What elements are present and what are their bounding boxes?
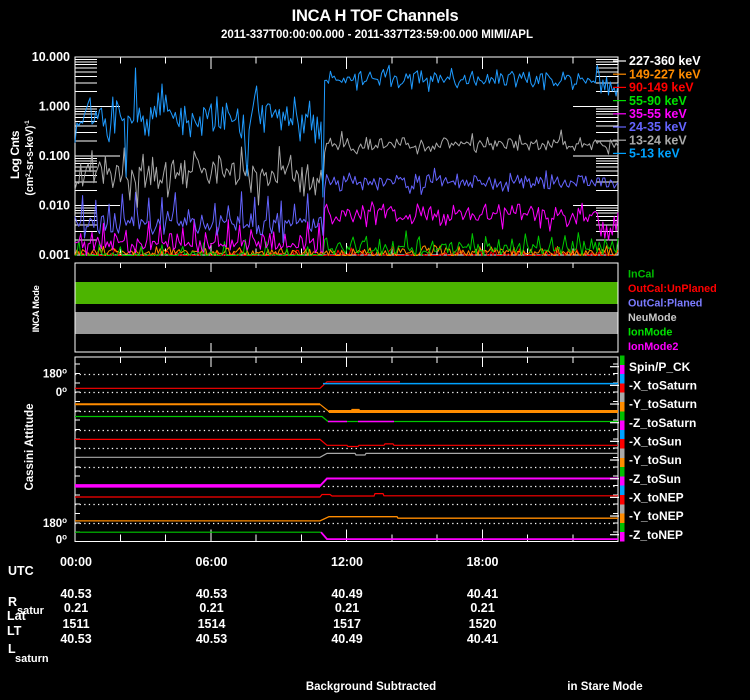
- svg-text:-X_toNEP: -X_toNEP: [629, 491, 684, 505]
- svg-text:0.100: 0.100: [39, 149, 70, 163]
- svg-text:40.41: 40.41: [467, 632, 498, 646]
- svg-text:40.53: 40.53: [196, 632, 227, 646]
- svg-text:40.49: 40.49: [331, 632, 362, 646]
- svg-text:UTC: UTC: [8, 564, 34, 578]
- svg-text:-X_toSun: -X_toSun: [629, 435, 682, 449]
- svg-text:40.53: 40.53: [196, 587, 227, 601]
- svg-text:12:00: 12:00: [331, 555, 363, 569]
- svg-text:40.41: 40.41: [467, 587, 498, 601]
- svg-text:40.53: 40.53: [60, 632, 91, 646]
- svg-text:2011-337T00:00:00.000 - 2011-3: 2011-337T00:00:00.000 - 2011-337T23:59:0…: [221, 29, 533, 41]
- svg-text:00:00: 00:00: [60, 555, 92, 569]
- svg-text:0.21: 0.21: [470, 601, 494, 615]
- svg-text:0.010: 0.010: [39, 199, 70, 213]
- svg-text:0.21: 0.21: [335, 601, 359, 615]
- svg-text:35-55 keV: 35-55 keV: [629, 107, 687, 121]
- svg-text:NeuMode: NeuMode: [628, 312, 677, 324]
- svg-text:INCA H TOF Channels: INCA H TOF Channels: [292, 7, 459, 25]
- svg-text:-Y_toNEP: -Y_toNEP: [629, 509, 684, 523]
- svg-text:IonMode: IonMode: [628, 327, 672, 339]
- svg-text:0.21: 0.21: [199, 601, 223, 615]
- svg-text:24-35 keV: 24-35 keV: [629, 120, 687, 134]
- svg-text:OutCal:Planed: OutCal:Planed: [628, 298, 702, 310]
- svg-text:LT: LT: [7, 624, 22, 638]
- svg-text:-Z_toNEP: -Z_toNEP: [629, 528, 683, 542]
- svg-text:1520: 1520: [469, 617, 497, 631]
- svg-text:0.001: 0.001: [39, 248, 70, 262]
- svg-text:-Y_toSaturn: -Y_toSaturn: [629, 397, 697, 411]
- svg-text:saturn: saturn: [15, 653, 49, 665]
- svg-text:90-149 keV: 90-149 keV: [629, 81, 694, 95]
- svg-text:1514: 1514: [198, 617, 226, 631]
- svg-text:Background Subtracted: Background Subtracted: [306, 681, 436, 693]
- svg-text:0.21: 0.21: [64, 601, 88, 615]
- svg-text:55-90 keV: 55-90 keV: [629, 94, 687, 108]
- svg-text:R: R: [8, 595, 17, 609]
- svg-text:IonMode2: IonMode2: [628, 341, 678, 353]
- svg-text:40.53: 40.53: [60, 587, 91, 601]
- svg-text:5-13 keV: 5-13 keV: [629, 147, 680, 161]
- svg-text:Spin/P_CK: Spin/P_CK: [629, 360, 691, 374]
- svg-text:INCA Mode: INCA Mode: [31, 286, 42, 333]
- svg-text:1.000: 1.000: [39, 100, 70, 114]
- svg-text:149-227 keV: 149-227 keV: [629, 67, 701, 81]
- svg-text:-Z_toSun: -Z_toSun: [629, 472, 681, 486]
- svg-text:06:00: 06:00: [196, 555, 228, 569]
- svg-text:1517: 1517: [333, 617, 361, 631]
- svg-text:10.000: 10.000: [32, 50, 70, 64]
- svg-text:13-24 keV: 13-24 keV: [629, 133, 687, 147]
- svg-text:-Z_toSaturn: -Z_toSaturn: [629, 416, 696, 430]
- svg-text:(cm2-sr-s-keV)-1: (cm2-sr-s-keV)-1: [24, 120, 36, 196]
- svg-text:Cassini Attitude: Cassini Attitude: [24, 403, 36, 490]
- svg-text:18:00: 18:00: [467, 555, 499, 569]
- svg-text:227-360 keV: 227-360 keV: [629, 54, 701, 68]
- svg-text:Log Cnts: Log Cnts: [8, 130, 22, 179]
- svg-text:-Y_toSun: -Y_toSun: [629, 453, 682, 467]
- svg-text:OutCal:UnPlaned: OutCal:UnPlaned: [628, 283, 717, 295]
- svg-text:40.49: 40.49: [331, 587, 362, 601]
- svg-text:Lat: Lat: [7, 609, 27, 623]
- svg-text:1511: 1511: [62, 617, 89, 631]
- svg-text:in Stare Mode: in Stare Mode: [567, 681, 642, 693]
- svg-text:-X_toSaturn: -X_toSaturn: [629, 379, 697, 393]
- svg-text:InCal: InCal: [628, 269, 654, 281]
